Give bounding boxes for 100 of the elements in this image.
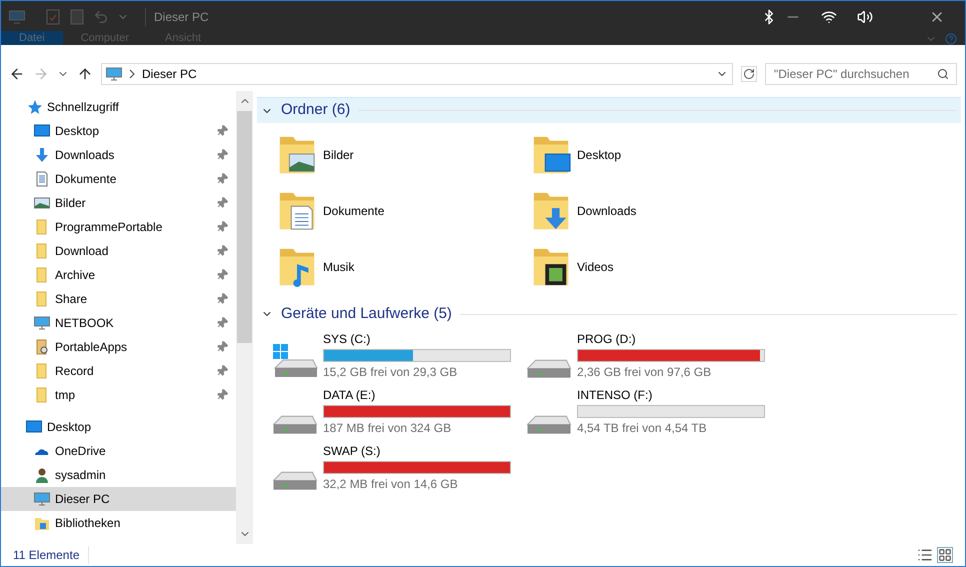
sidebar-item[interactable]: NETBOOK — [1, 311, 236, 335]
sidebar-item[interactable]: Dieser PC — [1, 487, 236, 511]
wifi-icon[interactable] — [821, 9, 837, 25]
tiles-view-icon[interactable] — [937, 547, 953, 563]
sidebar-item[interactable]: Schnellzugriff — [1, 95, 236, 119]
scroll-thumb[interactable] — [237, 111, 252, 343]
sidebar-label: Download — [55, 243, 110, 260]
sidebar-item[interactable]: tmp — [1, 383, 236, 407]
drive-free-space: 187 MB frei von 324 GB — [323, 420, 452, 436]
library-icon — [34, 515, 50, 531]
document-folder-icon — [277, 191, 317, 231]
sidebar-item[interactable]: Archive — [1, 263, 236, 287]
folder-tile[interactable]: Dokumente — [277, 183, 531, 239]
drive-name: PROG (D:) — [577, 331, 637, 347]
document-icon — [34, 171, 50, 187]
picture-icon — [34, 195, 50, 211]
sidebar-item[interactable]: Share — [1, 287, 236, 311]
group-header[interactable]: Ordner (6) — [257, 97, 961, 123]
search-icon — [937, 68, 949, 80]
monitor-icon — [106, 66, 122, 82]
monitor-icon — [9, 9, 25, 25]
sidebar-item[interactable]: sysadmin — [1, 463, 236, 487]
sidebar-label: Desktop — [47, 419, 92, 436]
sidebar-label: Dokumente — [55, 171, 118, 188]
checklist-icon — [45, 9, 61, 25]
sidebar-label: NETBOOK — [55, 315, 115, 332]
folder-tile[interactable]: Desktop — [531, 127, 785, 183]
sidebar-label: Dieser PC — [55, 491, 111, 508]
drive-tile[interactable]: INTENSO (F:) 4,54 TB frei von 4,54 TB — [525, 385, 779, 441]
sidebar-item[interactable]: Download — [1, 239, 236, 263]
desktop-folder-icon — [531, 135, 571, 175]
star-icon — [26, 99, 42, 115]
drive-free-space: 32,2 MB frei von 14,6 GB — [323, 476, 459, 492]
scrollbar[interactable] — [236, 91, 253, 544]
folder-tile[interactable]: Videos — [531, 239, 785, 295]
group-title: Geräte und Laufwerke (5) — [281, 304, 452, 324]
sidebar-item[interactable]: Desktop — [1, 119, 236, 143]
folder-name: Bilder — [323, 147, 354, 164]
help-icon[interactable] — [945, 33, 957, 45]
folder-tile[interactable]: Downloads — [531, 183, 785, 239]
drive-tile[interactable]: PROG (D:) 2,36 GB frei von 97,6 GB — [525, 329, 779, 385]
sidebar-label: sysadmin — [55, 467, 107, 484]
monitor-icon — [34, 491, 50, 507]
drive-tile[interactable]: SYS (C:) 15,2 GB frei von 29,3 GB — [271, 329, 525, 385]
sidebar-item[interactable]: Downloads — [1, 143, 236, 167]
drive-free-space: 2,36 GB frei von 97,6 GB — [577, 364, 712, 380]
folder-name: Desktop — [577, 147, 622, 164]
address-field[interactable]: Dieser PC — [101, 63, 733, 85]
window-title: Dieser PC — [145, 8, 209, 26]
drive-name: DATA (E:) — [323, 387, 376, 403]
item-count: 11 Elemente — [13, 546, 88, 564]
group-title: Ordner (6) — [281, 100, 350, 120]
address-path: Dieser PC — [142, 66, 198, 83]
sidebar-item[interactable]: OneDrive — [1, 439, 236, 463]
sidebar-label: Desktop — [55, 123, 100, 140]
desktop-icon — [34, 123, 50, 139]
sidebar-label: Archive — [55, 267, 96, 284]
search-field[interactable]: "Dieser PC" durchsuchen — [765, 63, 957, 85]
sidebar-item[interactable]: Desktop — [1, 415, 236, 439]
sidebar-item[interactable]: Bilder — [1, 191, 236, 215]
sidebar-label: Bibliotheken — [55, 515, 122, 532]
folder-tile[interactable]: Bilder — [277, 127, 531, 183]
drive-name: INTENSO (F:) — [577, 387, 654, 403]
sidebar-item[interactable]: PortableApps — [1, 335, 236, 359]
music-folder-icon — [277, 247, 317, 287]
download-folder-icon — [531, 191, 571, 231]
sidebar-label: ProgrammePortable — [55, 219, 164, 236]
sidebar-item[interactable]: Dokumente — [1, 167, 236, 191]
drive-free-space: 4,54 TB frei von 4,54 TB — [577, 420, 708, 436]
sidebar-label: OneDrive — [55, 443, 107, 460]
sidebar-item[interactable]: Bibliotheken — [1, 511, 236, 535]
folder-icon — [34, 339, 50, 355]
sidebar-label: Bilder — [55, 195, 87, 212]
folder-tile[interactable]: Musik — [277, 239, 531, 295]
folder-name: Downloads — [577, 203, 636, 220]
down-arrow-icon — [34, 147, 50, 163]
sidebar-item[interactable]: Record — [1, 359, 236, 383]
sidebar-label: Downloads — [55, 147, 116, 164]
sidebar-label: Share — [55, 291, 88, 308]
details-view-icon[interactable] — [917, 547, 933, 563]
sidebar-label: Schnellzugriff — [47, 99, 120, 116]
back-button[interactable] — [9, 66, 25, 82]
drive-name: SWAP (S:) — [323, 443, 382, 459]
drive-tile[interactable]: SWAP (S:) 32,2 MB frei von 14,6 GB — [271, 441, 525, 497]
undo-icon[interactable] — [93, 9, 109, 25]
video-folder-icon — [531, 247, 571, 287]
sidebar-label: tmp — [55, 387, 76, 404]
monitor-icon — [34, 315, 50, 331]
drive-tile[interactable]: DATA (E:) 187 MB frei von 324 GB — [271, 385, 525, 441]
folder-name: Videos — [577, 259, 614, 276]
sidebar-label: Record — [55, 363, 95, 380]
volume-icon[interactable] — [857, 9, 873, 25]
desktop-icon — [26, 419, 42, 435]
sidebar-label: PortableApps — [55, 339, 128, 356]
refresh-button[interactable] — [741, 66, 757, 82]
forward-button[interactable] — [33, 66, 49, 82]
sidebar-item[interactable]: ProgrammePortable — [1, 215, 236, 239]
folder-name: Musik — [323, 259, 354, 276]
up-button[interactable] — [77, 66, 93, 82]
group-header[interactable]: Geräte und Laufwerke (5) — [257, 301, 961, 327]
